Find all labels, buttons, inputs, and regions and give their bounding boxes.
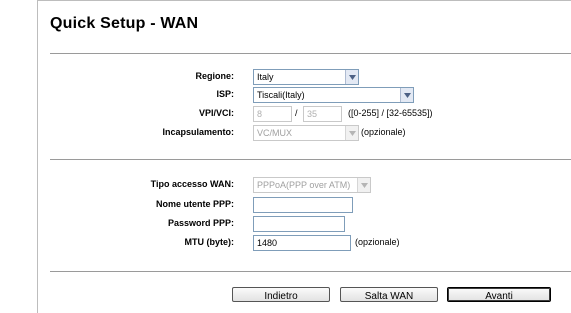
incapsulamento-select[interactable]: VC/MUX: [253, 125, 359, 141]
incapsulamento-note: (opzionale): [361, 127, 406, 137]
isp-label: ISP:: [216, 89, 234, 99]
isp-select[interactable]: Tiscali(Italy): [253, 87, 414, 103]
divider-top: [50, 53, 571, 54]
vpivci-range-note: ([0-255] / [32-65535]): [348, 108, 433, 118]
row-regione: Regione: Italy: [38, 69, 571, 87]
incapsulamento-value: VC/MUX: [257, 128, 293, 138]
chevron-down-icon[interactable]: [345, 126, 358, 140]
password-input[interactable]: [253, 216, 345, 232]
skip-wan-button[interactable]: Salta WAN: [340, 287, 438, 302]
divider-middle: [50, 159, 571, 160]
vci-input[interactable]: 35: [303, 106, 342, 122]
vpivci-label: VPI/VCI:: [198, 108, 234, 118]
vpivci-separator: /: [295, 108, 298, 118]
tipo-accesso-label: Tipo accesso WAN:: [150, 179, 234, 189]
row-tipo-accesso: Tipo accesso WAN: PPPoA(PPP over ATM): [38, 177, 571, 195]
divider-bottom: [50, 271, 571, 272]
row-mtu: MTU (byte): 1480 (opzionale): [38, 235, 571, 253]
chevron-down-icon[interactable]: [357, 178, 370, 192]
row-vpivci: VPI/VCI: 8 / 35 ([0-255] / [32-65535]): [38, 106, 571, 124]
nome-utente-label: Nome utente PPP:: [155, 199, 234, 209]
row-incapsulamento: Incapsulamento: VC/MUX (opzionale): [38, 125, 571, 143]
next-button[interactable]: Avanti: [447, 287, 551, 302]
tipo-accesso-value: PPPoA(PPP over ATM): [257, 180, 351, 190]
vpi-input[interactable]: 8: [253, 106, 292, 122]
quick-setup-panel: Quick Setup - WAN Regione: Italy ISP: Ti…: [37, 0, 571, 313]
mtu-note: (opzionale): [355, 237, 400, 247]
nome-utente-input[interactable]: [253, 197, 353, 213]
page-title: Quick Setup - WAN: [50, 15, 199, 32]
row-nome-utente: Nome utente PPP:: [38, 197, 571, 215]
incapsulamento-label: Incapsulamento:: [162, 127, 234, 137]
tipo-accesso-select[interactable]: PPPoA(PPP over ATM): [253, 177, 371, 193]
row-isp: ISP: Tiscali(Italy): [38, 87, 571, 105]
back-button[interactable]: Indietro: [232, 287, 330, 302]
chevron-down-icon[interactable]: [345, 70, 358, 84]
regione-select[interactable]: Italy: [253, 69, 359, 85]
row-password: Password PPP:: [38, 216, 571, 234]
chevron-down-icon[interactable]: [400, 88, 413, 102]
isp-value: Tiscali(Italy): [257, 90, 305, 100]
regione-value: Italy: [257, 72, 274, 82]
regione-label: Regione:: [195, 71, 234, 81]
mtu-input[interactable]: 1480: [253, 235, 351, 251]
mtu-label: MTU (byte):: [184, 237, 235, 247]
password-label: Password PPP:: [167, 218, 234, 228]
